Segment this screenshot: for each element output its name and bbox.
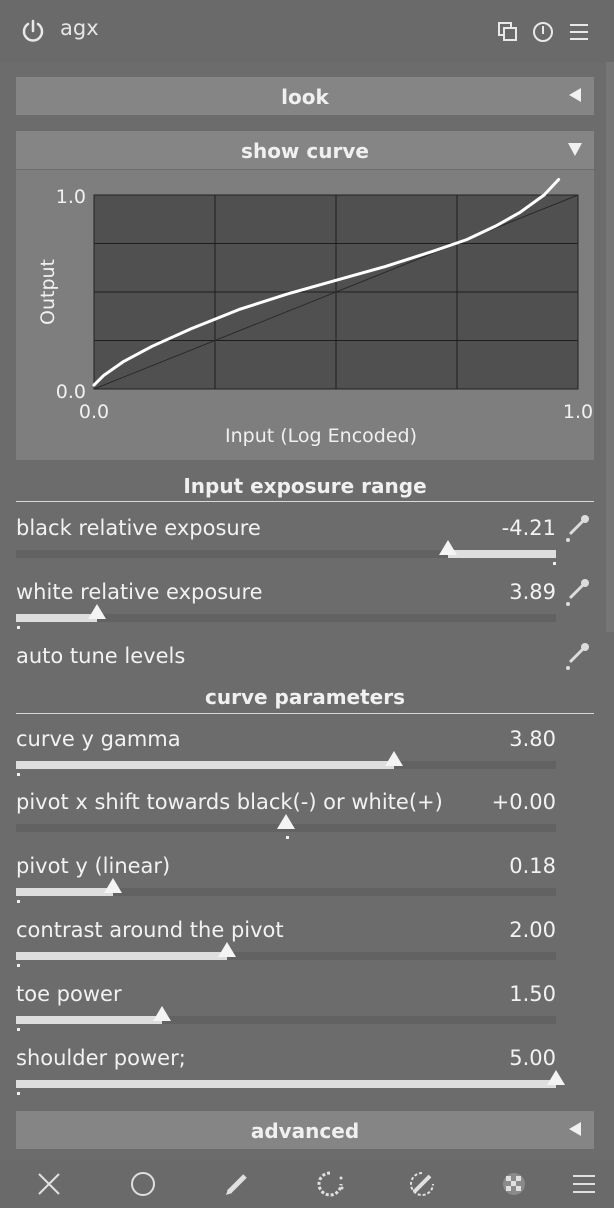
contrast-around-the-pivot-slider[interactable] (16, 952, 556, 960)
section-divider (16, 501, 594, 502)
contrast-around-the-pivot-value[interactable]: 2.00 (406, 918, 556, 942)
presets-menu-icon[interactable] (567, 20, 591, 44)
pivot-y-linear-label: pivot y (linear) (16, 854, 171, 878)
show-curve-section-label: show curve (241, 139, 369, 163)
pivot-y-linear-value[interactable]: 0.18 (406, 854, 556, 878)
curve-parameters-header: curve parameters (205, 685, 405, 709)
pivot-x-shift-towards-black-or-white-label: pivot x shift towards black(-) or white(… (16, 790, 443, 814)
advanced-section-toggle[interactable]: advanced (16, 1111, 594, 1149)
drawn-parametric-mask-icon[interactable] (408, 1170, 436, 1198)
slider-fill (16, 888, 114, 896)
toe-power-value[interactable]: 1.50 (406, 982, 556, 1006)
section-divider (16, 713, 594, 714)
shoulder-power-label: shoulder power; (16, 1046, 186, 1070)
slider-thumb[interactable] (547, 1070, 565, 1085)
slider-default-marker (17, 626, 20, 629)
toe-power-slider[interactable] (16, 1016, 556, 1024)
x-tick-left: 0.0 (79, 401, 109, 423)
slider-fill (16, 614, 97, 622)
circle-mask-icon[interactable] (129, 1170, 157, 1198)
parametric-mask-icon[interactable] (316, 1170, 344, 1198)
slider-default-marker (553, 562, 556, 565)
curve-y-gamma-slider[interactable] (16, 761, 556, 769)
color-picker-icon[interactable] (562, 576, 592, 610)
pivot-y-linear-slider[interactable] (16, 888, 556, 896)
black-relative-exposure-value[interactable]: -4.21 (406, 516, 556, 540)
slider-thumb[interactable] (88, 604, 106, 619)
black-relative-exposure-slider[interactable] (16, 550, 556, 558)
scrollbar[interactable] (606, 62, 614, 632)
curve-y-gamma-label: curve y gamma (16, 727, 181, 751)
slider-default-marker (17, 1028, 20, 1031)
toe-power-label: toe power (16, 982, 122, 1006)
pivot-x-shift-towards-black-or-white-value[interactable]: +0.00 (406, 790, 556, 814)
shoulder-power-value[interactable]: 5.00 (406, 1046, 556, 1070)
collapsed-arrow-icon (569, 88, 581, 102)
look-section-label: look (281, 85, 329, 109)
x-tick-right: 1.0 (563, 401, 593, 423)
look-section-toggle[interactable]: look (16, 77, 594, 115)
multi-instance-icon[interactable] (496, 20, 520, 44)
slider-thumb[interactable] (104, 878, 123, 893)
curve-graph: 1.0 0.0 0.0 1.0 Input (Log Encoded) Outp… (37, 177, 593, 447)
collapsed-arrow-icon (569, 1122, 581, 1136)
x-axis-label: Input (Log Encoded) (225, 425, 417, 447)
white-relative-exposure-label: white relative exposure (16, 580, 263, 604)
slider-thumb[interactable] (439, 540, 457, 555)
raster-mask-icon[interactable] (500, 1170, 528, 1198)
curve-graph-panel: 1.0 0.0 0.0 1.0 Input (Log Encoded) Outp… (16, 170, 594, 460)
show-curve-section-toggle[interactable]: show curve (16, 131, 594, 169)
slider-fill (448, 550, 556, 558)
y-tick-top: 1.0 (56, 186, 86, 208)
slider-thumb[interactable] (217, 942, 236, 957)
y-axis-label: Output (37, 259, 59, 325)
slider-thumb[interactable] (152, 1006, 171, 1021)
blend-options-icon[interactable] (570, 1170, 598, 1198)
y-tick-bottom: 0.0 (56, 381, 86, 403)
contrast-around-the-pivot-label: contrast around the pivot (16, 918, 284, 942)
curve-y-gamma-value[interactable]: 3.80 (406, 727, 556, 751)
reset-icon[interactable] (531, 20, 555, 44)
slider-fill (16, 1016, 162, 1024)
slider-fill (16, 952, 227, 960)
advanced-section-label: advanced (250, 1119, 360, 1143)
slider-fill (16, 1080, 556, 1088)
slider-thumb[interactable] (385, 751, 403, 766)
slider-thumb[interactable] (277, 814, 295, 829)
auto-tune-levels-label[interactable]: auto tune levels (16, 644, 185, 668)
color-picker-icon[interactable] (562, 512, 592, 546)
slider-default-marker (17, 964, 20, 967)
slider-fill (16, 761, 394, 769)
slider-default-marker (17, 773, 20, 776)
input-exposure-range-header: Input exposure range (183, 474, 427, 498)
black-relative-exposure-label: black relative exposure (16, 516, 261, 540)
shoulder-power-slider[interactable] (16, 1080, 556, 1088)
power-icon[interactable] (20, 18, 46, 44)
slider-default-marker (17, 1092, 20, 1095)
slider-default-marker (17, 900, 20, 903)
slider-default-marker (286, 836, 289, 839)
white-relative-exposure-value[interactable]: 3.89 (406, 580, 556, 604)
close-icon[interactable] (35, 1170, 63, 1198)
module-title: agx (60, 16, 99, 40)
auto-tune-picker-icon[interactable] (562, 640, 592, 674)
drawn-mask-icon[interactable] (223, 1170, 251, 1198)
expanded-arrow-icon (568, 143, 582, 156)
